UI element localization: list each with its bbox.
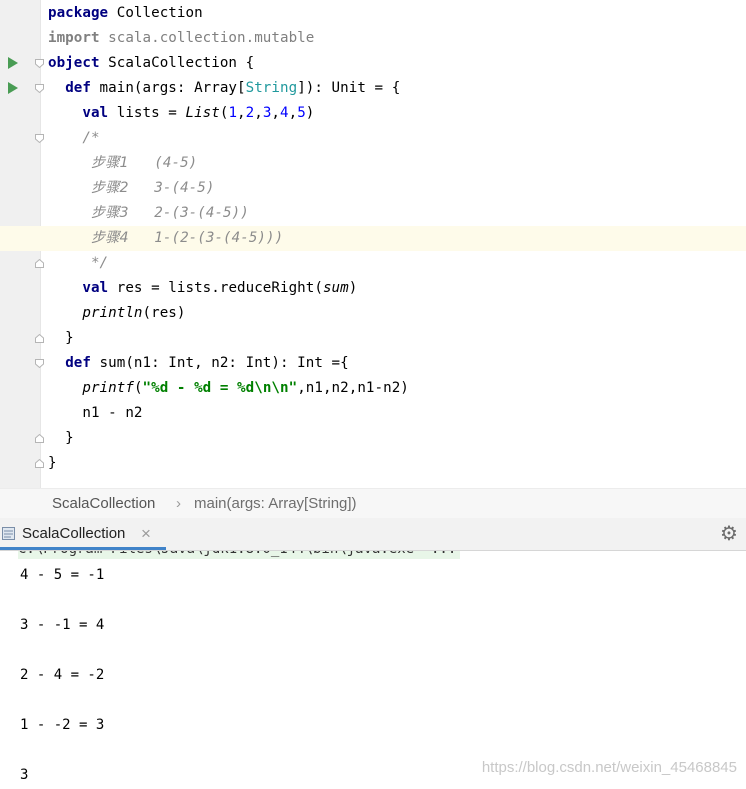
code-text: n1 - n2 [48,405,143,421]
output-line: 3 [20,767,29,783]
code-line-7[interactable]: 步骤1 (4-5) [0,151,746,176]
code-text: res = lists.reduceRight( [108,280,323,296]
code-line-15[interactable]: def sum(n1: Int, n2: Int): Int ={ [0,351,746,376]
breadcrumb-item-object[interactable]: ScalaCollection [52,489,155,518]
code-text: ( [133,380,143,396]
command-line-text[interactable]: C:\Program Files\Java\jdk1.8.0_144\bin\j… [18,551,461,559]
comment-text: 步骤1 [90,155,129,171]
code-line-16[interactable]: printf("%d - %d = %d\n\n",n1,n2,n1-n2) [0,376,746,401]
comment-text: 步骤3 [90,205,129,221]
code-text: ) [305,105,315,121]
comment-text: 步骤2 [90,180,129,196]
keyword: def [65,80,91,96]
active-tab-indicator [0,547,166,550]
code-line-8[interactable]: 步骤2 3-(4-5) [0,176,746,201]
gear-icon[interactable]: ⚙ [720,518,738,550]
code-text: , [254,105,263,121]
code-line-17[interactable]: n1 - n2 [0,401,746,426]
code-line-11[interactable]: */ [0,251,746,276]
keyword: val [82,105,109,121]
code-line-12[interactable]: val res = lists.reduceRight(sum) [0,276,746,301]
comment-text: 1-(2-(3-(4-5))) [128,230,284,246]
output-line: 4 - 5 = -1 [20,567,105,583]
code-text: ,n1,n2,n1-n2) [297,380,409,396]
code-line-13[interactable]: println(res) [0,301,746,326]
code-line-5[interactable]: val lists = List(1,2,3,4,5) [0,101,746,126]
code-line-4[interactable]: def main(args: Array[String]): Unit = { [0,76,746,101]
comment-text: 3-(4-5) [128,180,215,196]
code-text: lists = [108,105,186,121]
output-line: 2 - 4 = -2 [20,667,105,683]
number-literal: 2 [245,105,255,121]
code-text: , [271,105,281,121]
console-output[interactable]: C:\Program Files\Java\jdk1.8.0_144\bin\j… [0,551,746,789]
run-panel-header: ScalaCollection × ⚙ [0,518,746,551]
output-line: 3 - -1 = 4 [20,617,105,633]
number-literal: 4 [280,105,289,121]
code-text: Collection [108,5,203,21]
code-text: main(args: Array[ [90,80,246,96]
code-text: ) [348,280,358,296]
number-literal: 5 [297,105,306,121]
function-name: printf [82,380,134,396]
code-line-2[interactable]: import scala.collection.mutable [0,26,746,51]
code-line-19[interactable]: } [0,451,746,476]
type-name: String [245,80,298,96]
number-literal: 1 [228,105,238,121]
comment-text: (4-5) [128,155,198,171]
code-text: , [288,105,298,121]
code-text: } [48,455,57,471]
comment-text: */ [48,255,109,271]
code-line-18[interactable]: } [0,426,746,451]
code-line-1[interactable]: package Collection [0,1,746,26]
run-tab[interactable]: ScalaCollection × [0,518,166,550]
comment-text: 2-(3-(4-5)) [128,205,249,221]
breadcrumb-item-method[interactable]: main(args: Array[String]) [194,489,357,518]
code-text: scala.collection.mutable [99,30,315,46]
function-name: List [185,105,220,121]
code-text: } [48,330,74,346]
code-line-3[interactable]: object ScalaCollection { [0,51,746,76]
code-text: (res) [142,305,186,321]
code-line-9[interactable]: 步骤3 2-(3-(4-5)) [0,201,746,226]
code-line-6[interactable]: /* [0,126,746,151]
comment-text: 步骤4 [90,230,129,246]
output-line: 1 - -2 = 3 [20,717,105,733]
code-line-14[interactable]: } [0,326,746,351]
keyword: def [65,355,91,371]
string-literal: "%d - %d = %d\n\n" [142,380,298,396]
code-editor[interactable]: package Collection import scala.collecti… [0,0,746,488]
keyword: object [48,55,100,71]
keyword: import [48,30,100,46]
watermark-text: https://blog.csdn.net/weixin_45468845 [481,759,737,776]
comment-text: /* [48,130,100,146]
breadcrumb-separator-icon: › [176,495,181,512]
code-text: } [48,430,74,446]
code-text: ScalaCollection { [99,55,255,71]
function-name: println [82,305,143,321]
breadcrumb: ScalaCollection › main(args: Array[Strin… [0,488,746,518]
keyword: package [48,5,109,21]
console-icon [2,527,15,540]
code-text: ]): Unit = { [297,80,401,96]
argument: sum [322,280,349,296]
code-text: sum(n1: Int, n2: Int): Int ={ [90,355,349,371]
keyword: val [82,280,109,296]
close-icon[interactable]: × [141,518,151,550]
code-line-10-current[interactable]: 步骤4 1-(2-(3-(4-5))) [0,226,746,251]
run-tab-label: ScalaCollection [22,525,126,542]
code-text: , [237,105,246,121]
